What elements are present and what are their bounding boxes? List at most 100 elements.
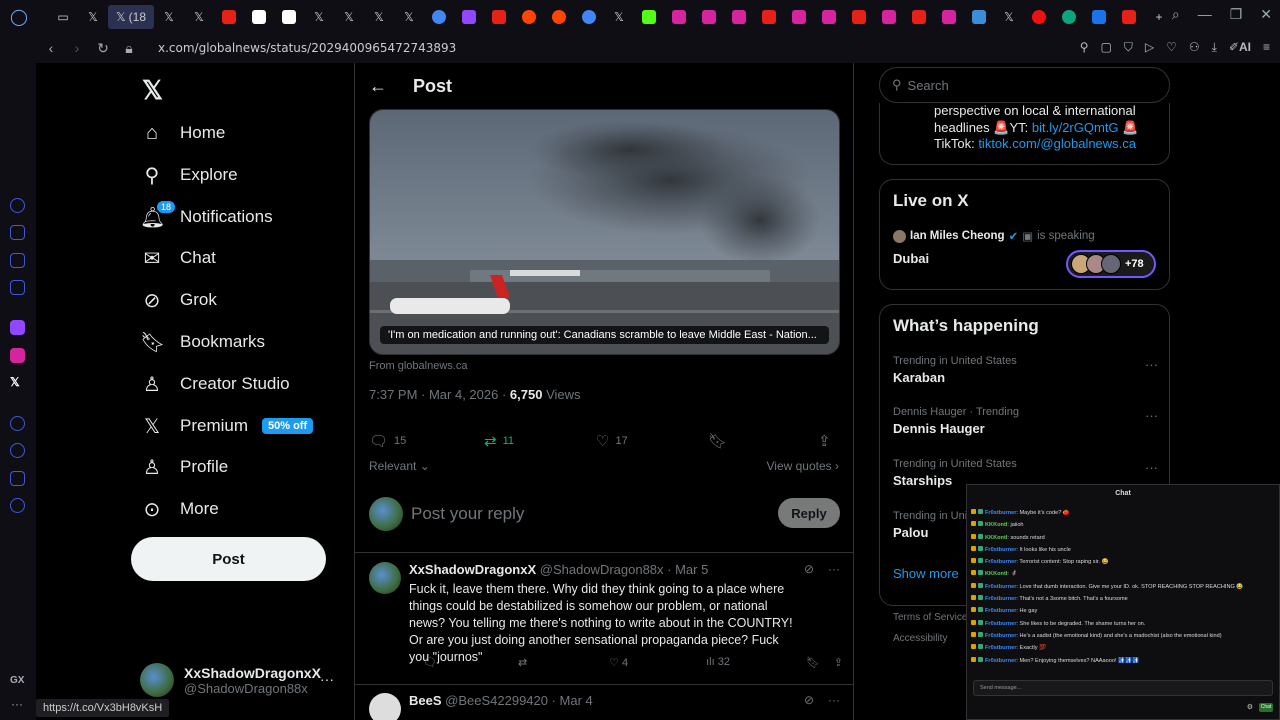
chat-username[interactable]: Fr0stburner [985, 621, 1016, 627]
tab-instagram[interactable] [784, 5, 814, 29]
chat-settings-icon[interactable]: ⚙ [1247, 703, 1253, 711]
reply-action[interactable]: 🗨︎ 15 [369, 432, 484, 450]
chat-username[interactable]: KKKontI [985, 571, 1007, 577]
views-action[interactable]: ılı 32 [706, 656, 806, 669]
live-room-title[interactable]: Dubai [893, 251, 929, 266]
chat-username[interactable]: Fr0stburner [985, 658, 1016, 664]
grok-icon[interactable]: ⊘ [804, 562, 814, 576]
show-more-link[interactable]: Show more [893, 566, 959, 581]
link-card-image[interactable]: 'I'm on medication and running out': Can… [369, 109, 840, 355]
chat-username[interactable]: KKKontI [985, 522, 1007, 528]
tab-news[interactable] [964, 5, 994, 29]
new-tab-icon[interactable]: + [1144, 5, 1174, 29]
youtube-link[interactable]: bit.ly/2rGQmtG [1032, 120, 1119, 135]
tab-media[interactable] [274, 5, 304, 29]
tab-x[interactable]: 𝕏 [994, 5, 1024, 29]
tab-x[interactable]: 𝕏 [394, 5, 424, 29]
tab-chatgpt[interactable] [1054, 5, 1084, 29]
search-input[interactable]: ⚲ Search [879, 67, 1170, 103]
extensions-icon[interactable] [10, 471, 25, 486]
more-icon[interactable]: ··· [1145, 460, 1158, 475]
nav-grok[interactable]: ⊘ Grok [140, 284, 217, 316]
trend-item[interactable]: Trending in United States Karaban ··· [893, 355, 1158, 385]
sort-replies-dropdown[interactable]: Relevant ⌄ [369, 459, 430, 473]
tab-instagram[interactable] [724, 5, 754, 29]
nav-premium[interactable]: 𝕏 Premium 50% off [140, 410, 314, 442]
account-icon[interactable]: ⚇ [1189, 40, 1200, 55]
tab-youtube[interactable] [754, 5, 784, 29]
tab-youtube[interactable] [844, 5, 874, 29]
reply-button[interactable]: Reply [778, 498, 840, 528]
settings-icon[interactable] [10, 498, 25, 513]
chat-input[interactable]: Send message... [973, 680, 1273, 696]
reply-input[interactable]: Post your reply [411, 504, 524, 524]
chat-username[interactable]: Fr0stburner [985, 584, 1016, 590]
workspaces-icon[interactable]: ▭ [48, 5, 78, 29]
like-action[interactable]: ♡ 17 [596, 432, 708, 450]
chat-username[interactable]: Fr0stburner [985, 633, 1016, 639]
listeners-pill[interactable]: +78 [1066, 250, 1156, 278]
messenger-icon[interactable] [10, 280, 25, 295]
chat-username[interactable]: Fr0stburner [985, 547, 1016, 553]
more-icon[interactable]: ··· [11, 697, 23, 711]
twitch-icon[interactable] [10, 320, 25, 335]
tab-kick[interactable] [634, 5, 664, 29]
chat-username[interactable]: Fr0stburner [985, 608, 1016, 614]
repost-icon[interactable]: ⇄ [518, 656, 609, 669]
live-space-host[interactable]: Ian Miles Cheong ✔ ▣ is speaking [893, 229, 1095, 243]
snapshot-icon[interactable]: ▢ [1100, 40, 1111, 55]
download-icon[interactable]: ⤓ [1212, 40, 1217, 55]
tab-media[interactable] [244, 5, 274, 29]
tab-youtube[interactable] [1114, 5, 1144, 29]
x-sidebar-icon[interactable]: 𝕏 [10, 375, 25, 390]
grok-icon[interactable]: ⊘ [804, 693, 814, 707]
ai-button[interactable]: ✐AI [1229, 40, 1251, 55]
tab-youtube[interactable] [214, 5, 244, 29]
footer-accessibility-link[interactable]: Accessibility [893, 633, 947, 644]
tab-reddit[interactable] [544, 5, 574, 29]
tab-youtube[interactable] [904, 5, 934, 29]
chat-username[interactable]: Fr0stburner [985, 645, 1016, 651]
reload-icon[interactable]: ↻ [92, 40, 114, 57]
tab-google[interactable] [574, 5, 604, 29]
tab-x[interactable]: 𝕏 [334, 5, 364, 29]
more-icon[interactable]: ··· [1145, 408, 1158, 423]
repost-action[interactable]: ⇄ 11 [484, 432, 596, 450]
chat-username[interactable]: Fr0stburner [985, 596, 1016, 602]
menu-icon[interactable]: ≡ [1263, 40, 1270, 55]
tab-instagram[interactable] [814, 5, 844, 29]
more-icon[interactable]: ··· [828, 693, 840, 707]
tab-alert[interactable] [1024, 5, 1054, 29]
x-logo-icon[interactable]: 𝕏 [142, 75, 163, 106]
pin-icon[interactable]: ⚲ [1080, 40, 1089, 55]
bookmark-action[interactable]: 🔖︎ [708, 432, 818, 450]
back-icon[interactable]: ‹ [40, 40, 62, 56]
play-icon[interactable]: ▷ [1145, 40, 1154, 55]
tab-youtube[interactable] [484, 5, 514, 29]
tab-x-active[interactable]: 𝕏 (18 [108, 4, 154, 29]
tab-instagram[interactable] [694, 5, 724, 29]
tab-x[interactable]: 𝕏 [304, 5, 334, 29]
chat-send-button[interactable]: Chat [1259, 703, 1273, 712]
reply-icon[interactable]: 🗨︎ [423, 656, 518, 669]
tab-x[interactable]: 𝕏 [604, 5, 634, 29]
trend-item[interactable]: Dennis Hauger · Trending Dennis Hauger ·… [893, 406, 1158, 436]
nav-bookmarks[interactable]: 🔖︎ Bookmarks [140, 326, 265, 358]
nav-profile[interactable]: ♙ Profile [140, 451, 228, 483]
tab-search-icon[interactable]: ⌕ [1172, 6, 1180, 23]
chat-username[interactable]: Fr0stburner [985, 510, 1016, 516]
nav-home[interactable]: ⌂ Home [140, 117, 225, 149]
account-more-icon[interactable]: ··· [320, 671, 334, 687]
url-field[interactable]: x.com/globalnews/status/2029400965472743… [158, 41, 456, 55]
nav-creator-studio[interactable]: ♙ Creator Studio [140, 368, 290, 400]
tab-x[interactable]: 𝕏 [364, 5, 394, 29]
shield-icon[interactable]: ⛉ [1124, 40, 1133, 55]
gx-control-icon[interactable] [10, 225, 25, 240]
nav-notifications[interactable]: 🔔︎ 18 Notifications [140, 200, 273, 233]
forward-icon[interactable]: › [66, 40, 88, 56]
view-quotes-link[interactable]: View quotes › [767, 459, 840, 473]
tab-twitch[interactable] [454, 5, 484, 29]
chat-username[interactable]: Fr0stburner [985, 559, 1016, 565]
chat-username[interactable]: KKKontI [985, 535, 1007, 541]
nav-more[interactable]: ⊙ More [140, 493, 219, 525]
